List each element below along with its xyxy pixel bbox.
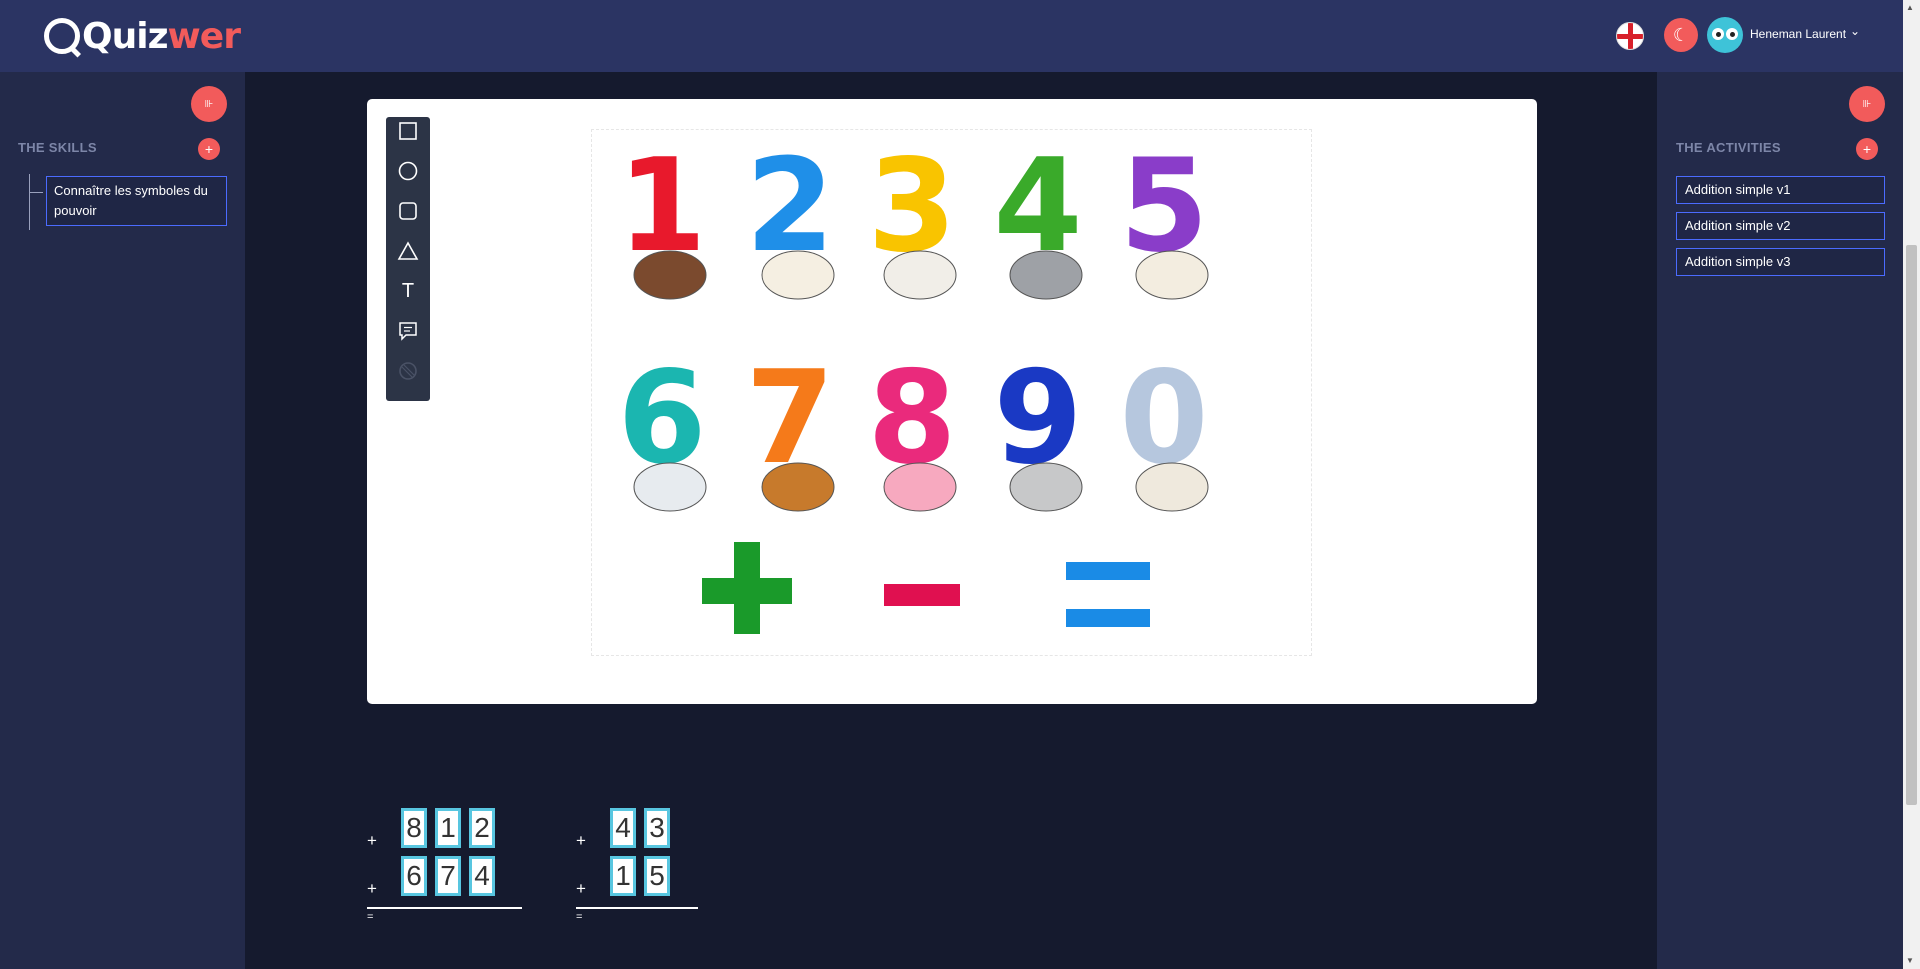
animal-3 (883, 250, 957, 300)
plus-sign: + (367, 879, 377, 898)
minus-symbol (884, 584, 960, 606)
equals-sign: = (576, 911, 583, 923)
triangle-tool-icon[interactable] (394, 237, 422, 265)
collapse-icon: ⊪ (204, 98, 214, 110)
digit-box[interactable]: 7 (435, 856, 461, 896)
equals-symbol (1066, 562, 1150, 627)
digit-box[interactable]: 4 (610, 808, 636, 848)
scroll-down-icon[interactable]: ▼ (1906, 956, 1914, 965)
skills-title: THE SKILLS (18, 140, 97, 155)
add-skill-button[interactable]: + (198, 138, 220, 160)
chevron-down-icon[interactable]: ⌄ (1850, 24, 1860, 38)
tree-branch (29, 192, 43, 193)
logo-q-mark (44, 18, 80, 54)
numbers-illustration: 1 2 3 4 56 7 8 9 0 (617, 132, 1209, 634)
plus-icon: + (1862, 141, 1872, 157)
avatar-eye-left (1712, 28, 1724, 40)
dark-mode-toggle-button[interactable]: ☾ (1664, 18, 1698, 52)
plus-sign: + (367, 831, 377, 850)
quizwer-logo[interactable]: Quiz wer (44, 14, 241, 58)
digit-box[interactable]: 6 (401, 856, 427, 896)
scrollbar-thumb[interactable] (1906, 245, 1917, 805)
skill-item[interactable]: Connaître les symboles du pouvoir (46, 176, 227, 226)
top-header: Quiz wer ☾ Heneman Laurent ⌄ (0, 0, 1903, 72)
digit-box[interactable]: 1 (435, 808, 461, 848)
avatar[interactable] (1707, 17, 1743, 53)
equals-sign: = (367, 911, 374, 923)
english-flag-icon[interactable] (1616, 22, 1644, 50)
animal-5 (1135, 250, 1209, 300)
animal-9 (1009, 462, 1083, 512)
moon-icon: ☾ (1672, 24, 1690, 45)
activities-title: THE ACTIVITIES (1676, 140, 1781, 155)
animal-0 (1135, 462, 1209, 512)
digit-box[interactable]: 4 (469, 856, 495, 896)
animal-6 (633, 462, 707, 512)
activity-item[interactable]: Addition simple v2 (1676, 212, 1885, 240)
animal-1 (633, 250, 707, 300)
text-tool-icon[interactable]: T (394, 277, 422, 305)
avatar-eye-right (1726, 28, 1738, 40)
pattern-tool-icon[interactable] (394, 357, 422, 385)
collapse-activities-button[interactable]: ⊪ (1849, 86, 1885, 122)
digit-box[interactable]: 5 (644, 856, 670, 896)
rectangle-tool-icon[interactable] (394, 117, 422, 145)
sum-line (576, 907, 698, 909)
plus-sign: + (576, 831, 586, 850)
add-activity-button[interactable]: + (1856, 138, 1878, 160)
animal-4 (1009, 250, 1083, 300)
circle-tool-icon[interactable] (394, 157, 422, 185)
logo-text-accent: wer (167, 15, 241, 57)
activity-item[interactable]: Addition simple v1 (1676, 176, 1885, 204)
rounded-rect-tool-icon[interactable] (394, 197, 422, 225)
plus-symbol (702, 542, 792, 634)
logo-text-main: Quiz (82, 15, 169, 57)
digit-box[interactable]: 8 (401, 808, 427, 848)
numbers-animals-image[interactable]: 1234567890 (591, 129, 1312, 656)
digit-box[interactable]: 2 (469, 808, 495, 848)
tree-line (29, 174, 30, 230)
animal-2 (761, 250, 835, 300)
sum-line (367, 907, 522, 909)
user-name[interactable]: Heneman Laurent (1750, 27, 1846, 41)
activity-item[interactable]: Addition simple v3 (1676, 248, 1885, 276)
animal-7 (761, 462, 835, 512)
animal-8 (883, 462, 957, 512)
scroll-up-icon[interactable]: ▲ (1906, 3, 1914, 12)
collapse-icon: ⊪ (1862, 98, 1872, 110)
plus-icon: + (204, 141, 214, 157)
digit-box[interactable]: 1 (610, 856, 636, 896)
activities-panel (1657, 72, 1903, 969)
shape-toolbar: T (386, 117, 430, 401)
collapse-skills-button[interactable]: ⊪ (191, 86, 227, 122)
comment-tool-icon[interactable] (394, 317, 422, 345)
digit-box[interactable]: 3 (644, 808, 670, 848)
plus-sign: + (576, 879, 586, 898)
